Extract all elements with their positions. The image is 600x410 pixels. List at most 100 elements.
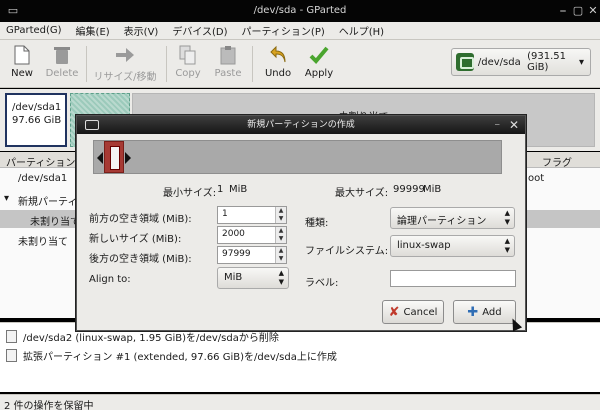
dialog-close-icon[interactable]: ✕ — [509, 116, 519, 134]
new-size-value: 2000 — [222, 229, 245, 239]
spin-arrows-icon[interactable]: ▲ ▼ — [275, 247, 286, 263]
cancel-x-icon: ✘ — [388, 304, 400, 320]
operation-item[interactable]: 拡張パーティション #1 (extended, 97.66 GiB)を/dev/… — [6, 346, 337, 364]
window-menu-icon[interactable]: ▭ — [6, 4, 20, 17]
preceding-space-input[interactable]: 1 ▲ ▼ — [217, 206, 287, 224]
delete-operation-icon — [6, 329, 17, 343]
paste-button[interactable]: Paste — [212, 44, 244, 79]
dialog-titlebar: 新規パーティションの作成 ⎯ ✕ — [77, 116, 525, 134]
close-icon[interactable]: ✕ — [586, 4, 600, 17]
following-space-value: 97999 — [222, 249, 251, 259]
trash-icon — [44, 44, 80, 66]
align-to-select[interactable]: MiB ▲ ▼ — [217, 267, 289, 289]
maximize-icon[interactable]: ▢ — [571, 4, 585, 17]
toolbar-separator — [166, 46, 167, 82]
resize-handle-left-icon[interactable] — [97, 152, 103, 164]
partition-name: 未割り当て — [18, 237, 68, 248]
new-label: New — [11, 68, 33, 79]
create-partition-dialog: 新規パーティションの作成 ⎯ ✕ 最小サイズ: 1 MiB 最大サイズ: 999… — [76, 115, 526, 331]
undo-arrow-icon — [262, 44, 294, 66]
expander-icon[interactable]: ▾ — [4, 193, 9, 204]
filesystem-label: ファイルシステム: — [305, 246, 389, 257]
max-size-label: 最大サイズ: — [335, 188, 389, 199]
graph-partition-sda1[interactable]: /dev/sda1 97.66 GiB — [5, 93, 67, 147]
menubar: GParted(G) 編集(E) 表示(V) デバイス(D) パーティション(P… — [0, 22, 600, 40]
min-size-label: 最小サイズ: — [163, 188, 217, 199]
filesystem-value: linux-swap — [397, 240, 451, 251]
cancel-button[interactable]: ✘ Cancel — [382, 300, 444, 324]
partition-flags: oot — [528, 173, 545, 184]
window-title: /dev/sda - GParted — [253, 5, 347, 16]
resize-move-button[interactable]: リサイズ/移動 — [92, 44, 158, 83]
following-space-input[interactable]: 97999 ▲ ▼ — [217, 246, 287, 264]
undo-label: Undo — [264, 68, 292, 79]
cancel-label: Cancel — [403, 306, 438, 318]
align-to-label: Align to: — [89, 274, 131, 285]
menu-device[interactable]: デバイス(D) — [172, 23, 227, 38]
create-operation-icon — [6, 348, 17, 362]
undo-button[interactable]: Undo — [262, 44, 294, 79]
dialog-minimize-icon[interactable]: ⎯ — [495, 116, 500, 134]
apply-label: Apply — [304, 68, 334, 79]
new-size-input[interactable]: 2000 ▲ ▼ — [217, 226, 287, 244]
toolbar-separator — [252, 46, 253, 82]
menu-edit[interactable]: 編集(E) — [76, 23, 110, 38]
device-selector[interactable]: /dev/sda (931.51 GiB) ▾ — [451, 48, 591, 76]
device-name: /dev/sda — [477, 56, 521, 68]
partition-name: 未割り当て — [30, 217, 80, 228]
dialog-title: 新規パーティションの作成 — [247, 120, 355, 130]
new-button[interactable]: New — [6, 44, 38, 79]
preceding-space-value: 1 — [222, 209, 228, 219]
spin-arrows-icon[interactable]: ▲ ▼ — [275, 227, 286, 243]
toolbar-separator — [86, 46, 87, 82]
new-document-icon — [6, 44, 38, 66]
partition-name: /dev/sda1 — [18, 173, 68, 184]
resize-label: リサイズ/移動 — [93, 72, 157, 83]
window-titlebar: /dev/sda - GParted ▭ ⎯ ▢ ✕ — [0, 0, 600, 22]
partition-size-bar[interactable] — [93, 140, 502, 174]
max-size-value: 99999 — [393, 184, 425, 195]
graph-partition-size: 97.66 GiB — [12, 115, 62, 126]
spin-arrows-icon[interactable]: ▲ ▼ — [275, 207, 286, 223]
menu-help[interactable]: ヘルプ(H) — [339, 23, 384, 38]
new-partition-block[interactable] — [104, 141, 124, 173]
copy-icon — [172, 44, 204, 66]
pending-operations: /dev/sda2 (linux-swap, 1.95 GiB)を/dev/sd… — [0, 322, 600, 392]
menu-partition[interactable]: パーティション(P) — [242, 23, 325, 38]
clipboard-icon — [212, 44, 244, 66]
partition-type-select[interactable]: 論理パーティション ▲ ▼ — [390, 207, 515, 229]
updown-arrow-icon: ▲ ▼ — [504, 209, 510, 226]
partition-name: 新規パーティ — [18, 197, 78, 208]
dialog-window-icon — [85, 120, 99, 130]
add-label: Add — [482, 306, 502, 318]
filesystem-select[interactable]: linux-swap ▲ ▼ — [390, 235, 515, 257]
status-bar: 2 件の操作を保留中 — [0, 394, 600, 410]
partition-type-value: 論理パーティション — [397, 216, 487, 227]
menu-gparted[interactable]: GParted(G) — [6, 25, 62, 36]
delete-label: Delete — [45, 68, 79, 79]
plus-icon: ✚ — [467, 304, 479, 320]
column-flags[interactable]: フラグ — [542, 154, 572, 169]
chevron-down-icon: ▾ — [578, 57, 584, 68]
copy-button[interactable]: Copy — [172, 44, 204, 79]
graph-partition-name: /dev/sda1 — [12, 102, 62, 113]
updown-arrow-icon: ▲ ▼ — [504, 237, 510, 254]
fs-label-input[interactable] — [390, 270, 516, 287]
column-partition[interactable]: パーティション — [6, 154, 75, 169]
delete-button[interactable]: Delete — [44, 44, 80, 79]
fs-label-label: ラベル: — [305, 278, 339, 289]
resize-handle-right-icon[interactable] — [125, 152, 131, 164]
paste-label: Paste — [214, 68, 242, 79]
partition-type-label: 種類: — [305, 218, 329, 229]
add-button[interactable]: ✚ Add — [453, 300, 516, 324]
align-to-value: MiB — [224, 272, 243, 283]
minimize-icon[interactable]: ⎯ — [556, 4, 570, 17]
drive-icon — [456, 53, 474, 71]
min-size-unit: MiB — [229, 184, 248, 195]
apply-button[interactable]: Apply — [302, 44, 336, 79]
preceding-space-label: 前方の空き領域 (MiB): — [89, 214, 192, 225]
new-size-label: 新しいサイズ (MiB): — [89, 234, 182, 245]
copy-label: Copy — [175, 68, 201, 79]
menu-view[interactable]: 表示(V) — [124, 23, 159, 38]
min-size-value: 1 — [217, 184, 224, 195]
